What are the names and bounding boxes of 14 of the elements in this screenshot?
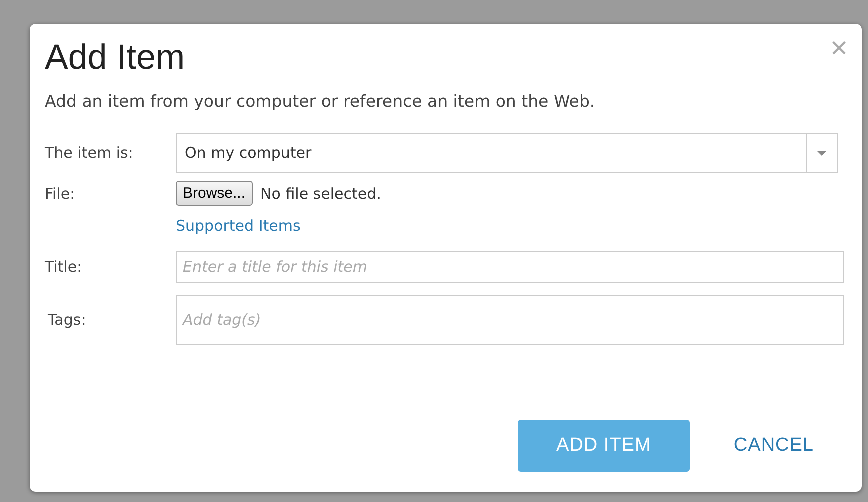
cancel-button[interactable]: CANCEL (734, 435, 814, 457)
field-label: The item is: (45, 144, 134, 162)
add-item-button[interactable]: ADD ITEM (518, 420, 690, 472)
field-label: Tags: (47, 311, 88, 329)
tags-input[interactable]: Add tag(s) (176, 295, 844, 345)
dialog-title: Add Item (45, 38, 186, 78)
title-input[interactable]: Enter a title for this item (176, 251, 844, 283)
browse-button[interactable]: Browse... (176, 181, 253, 206)
field-label: File: (45, 184, 76, 202)
file-status: No file selected. (260, 184, 382, 202)
item-source-dropdown[interactable]: On my computer (176, 133, 838, 173)
dialog-description: Add an item from your computer or reference an item on the Web. (45, 92, 596, 111)
field-label: Title: (45, 258, 84, 276)
supported-items-link[interactable]: Supported Items (176, 217, 301, 235)
